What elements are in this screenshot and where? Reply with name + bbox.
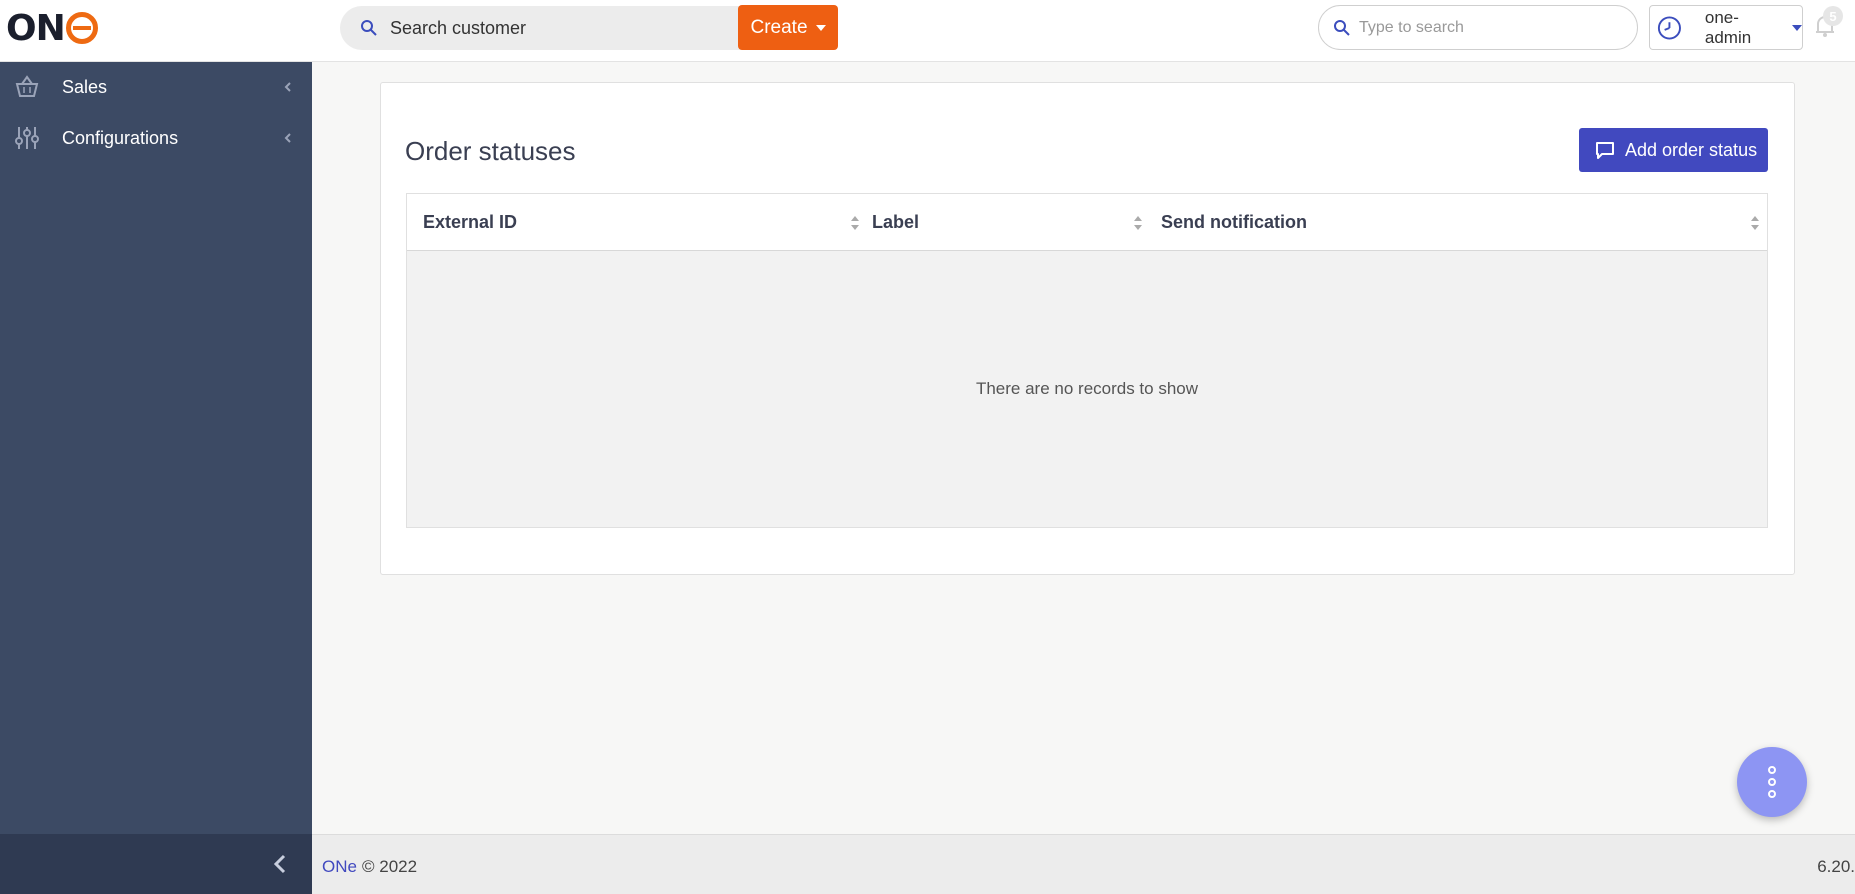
caret-down-icon: [1792, 24, 1802, 31]
table-body: There are no records to show: [407, 251, 1767, 527]
global-search-input[interactable]: [1359, 18, 1619, 37]
create-label: Create: [750, 16, 808, 38]
column-header-send-notification[interactable]: Send notification: [1161, 194, 1766, 251]
app-version: 6.20.: [1817, 857, 1855, 876]
logo-e-mark: [65, 12, 98, 44]
user-name: one-admin: [1704, 7, 1752, 47]
footer-brand-link[interactable]: ONe: [322, 857, 357, 877]
floating-menu-button[interactable]: [1737, 747, 1807, 817]
empty-state-text: There are no records to show: [975, 379, 1199, 398]
order-statuses-table: External ID Label Send notification Ther…: [406, 193, 1768, 528]
sidebar: Sales Configurations: [0, 62, 312, 894]
sort-icon: [851, 216, 859, 230]
footer-copyright: © 2022: [362, 857, 418, 876]
sort-icon: [1134, 216, 1142, 230]
page-title: Order statuses: [405, 136, 576, 166]
column-header-label-col[interactable]: Label: [872, 194, 1162, 251]
caret-down-icon: [815, 24, 826, 31]
sidebar-footer: [0, 834, 312, 894]
create-button[interactable]: Create: [738, 5, 838, 50]
user-clock-icon: [1657, 15, 1681, 40]
dot-icon: [1768, 778, 1776, 786]
column-header-label: Send notification: [1161, 212, 1307, 232]
app-logo[interactable]: ON: [6, 8, 98, 49]
global-search[interactable]: [1318, 5, 1638, 50]
sort-icon: [1751, 216, 1759, 230]
page-footer: ONe © 2022 6.20.: [312, 834, 1855, 894]
sidebar-item-sales[interactable]: Sales: [0, 62, 312, 112]
basket-icon: [15, 75, 39, 97]
search-icon: [361, 20, 377, 36]
add-order-status-button[interactable]: Add order status: [1579, 128, 1768, 172]
customer-search[interactable]: Search customer: [340, 6, 740, 50]
top-bar: ON Search customer Create one-admin 5: [0, 0, 1855, 62]
sidebar-item-label: Configurations: [62, 127, 179, 148]
dot-icon: [1768, 790, 1776, 798]
sliders-icon: [15, 127, 39, 149]
customer-search-text: Search customer: [390, 17, 527, 38]
sidebar-item-label: Sales: [62, 76, 108, 97]
column-header-external-id[interactable]: External ID: [423, 194, 863, 251]
search-icon: [1334, 19, 1350, 36]
chevron-left-icon: [284, 133, 291, 143]
column-header-label: External ID: [423, 212, 518, 232]
column-header-label: Label: [872, 212, 920, 232]
dot-icon: [1768, 766, 1776, 774]
comment-icon: [1596, 142, 1614, 159]
sidebar-item-configurations[interactable]: Configurations: [0, 113, 312, 163]
add-order-status-label: Add order status: [1625, 139, 1758, 160]
user-menu[interactable]: one-admin: [1649, 5, 1803, 50]
notification-badge: 5: [1823, 6, 1843, 26]
collapse-sidebar-icon[interactable]: [272, 854, 288, 874]
table-header: External ID Label Send notification: [407, 194, 1767, 251]
chevron-left-icon: [284, 82, 291, 92]
